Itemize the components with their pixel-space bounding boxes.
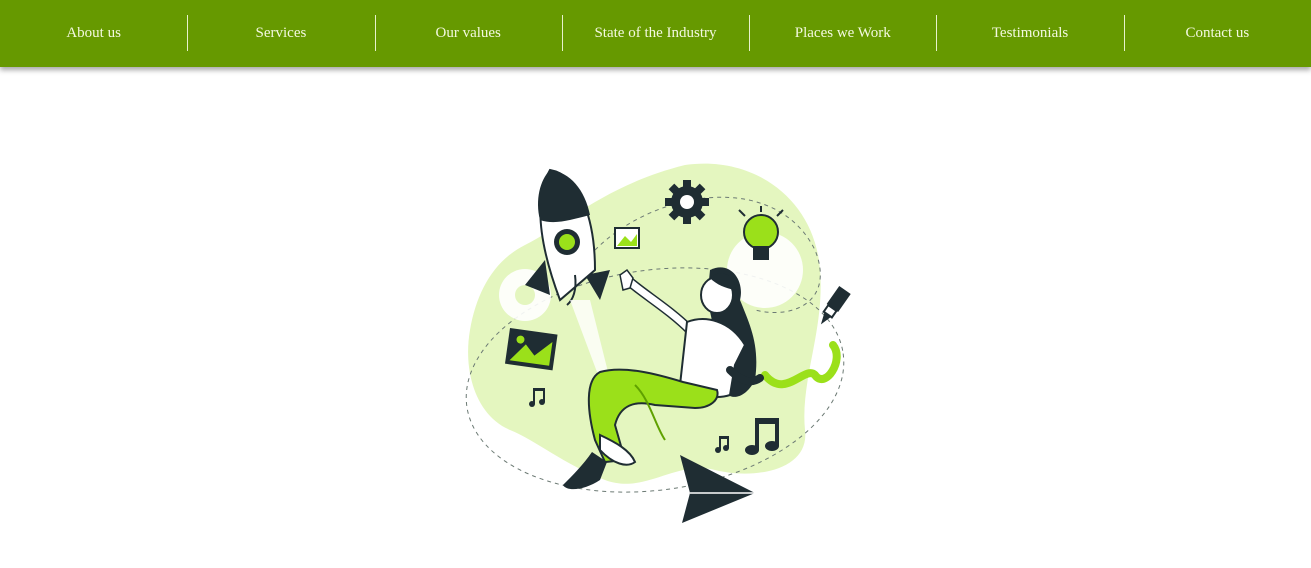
- nav-our-values[interactable]: Our values: [374, 0, 562, 67]
- nav-contact-us[interactable]: Contact us: [1123, 0, 1311, 67]
- nav-state-of-industry[interactable]: State of the Industry: [561, 0, 749, 67]
- nav-about-us[interactable]: About us: [0, 0, 187, 67]
- nav-places-we-work[interactable]: Places we Work: [749, 0, 936, 67]
- background-blob: [468, 163, 821, 484]
- header-divider: [408, 72, 907, 78]
- top-nav: About us Services Our values State of th…: [0, 0, 1311, 67]
- image-icon: [614, 227, 640, 249]
- gear-icon: [665, 180, 709, 224]
- illustration-svg: [465, 163, 851, 523]
- nav-testimonials[interactable]: Testimonials: [936, 0, 1123, 67]
- hero-illustration: [455, 150, 865, 530]
- nav-services[interactable]: Services: [187, 0, 374, 67]
- picture-icon: [504, 328, 558, 371]
